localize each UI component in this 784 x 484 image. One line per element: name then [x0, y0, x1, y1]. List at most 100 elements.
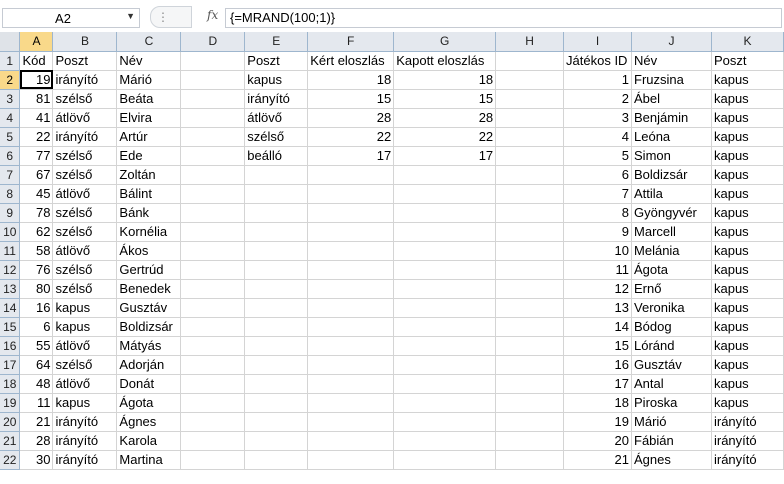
- cell-e15[interactable]: [244, 317, 309, 337]
- row-header[interactable]: 4: [0, 108, 21, 128]
- cell-i10[interactable]: 9: [563, 222, 633, 242]
- cell-i20[interactable]: 19: [563, 412, 633, 432]
- cell-i7[interactable]: 6: [563, 165, 633, 185]
- row-header[interactable]: 9: [0, 203, 21, 223]
- cell-d19[interactable]: [180, 393, 246, 413]
- cell-a18[interactable]: 48: [19, 374, 54, 394]
- cell-h7[interactable]: [495, 165, 565, 185]
- cell-f10[interactable]: [307, 222, 395, 242]
- cell-h17[interactable]: [495, 355, 565, 375]
- cell-e22[interactable]: [244, 450, 309, 470]
- cell-a20[interactable]: 21: [19, 412, 54, 432]
- cell-f12[interactable]: [307, 260, 395, 280]
- cell-c17[interactable]: Adorján: [116, 355, 182, 375]
- cell-h22[interactable]: [495, 450, 565, 470]
- cell-e3[interactable]: irányító: [244, 89, 309, 109]
- cell-g20[interactable]: [393, 412, 497, 432]
- cell-d14[interactable]: [180, 298, 246, 318]
- cell-d5[interactable]: [180, 127, 246, 147]
- row-header[interactable]: 7: [0, 165, 21, 185]
- cell-c9[interactable]: Bánk: [116, 203, 182, 223]
- cell-a15[interactable]: 6: [19, 317, 54, 337]
- cell-d16[interactable]: [180, 336, 246, 356]
- cell-a8[interactable]: 45: [19, 184, 54, 204]
- row-header[interactable]: 8: [0, 184, 21, 204]
- cell-i18[interactable]: 17: [563, 374, 633, 394]
- row-header[interactable]: 14: [0, 298, 21, 318]
- cell-i17[interactable]: 16: [563, 355, 633, 375]
- cell-e6[interactable]: beálló: [244, 146, 309, 166]
- cell-i4[interactable]: 3: [563, 108, 633, 128]
- cell-h12[interactable]: [495, 260, 565, 280]
- column-header-g[interactable]: G: [393, 32, 497, 52]
- cell-g1[interactable]: Kapott eloszlás: [393, 51, 497, 71]
- column-header-d[interactable]: D: [180, 32, 246, 52]
- row-header[interactable]: 11: [0, 241, 21, 261]
- cell-h5[interactable]: [495, 127, 565, 147]
- cell-i9[interactable]: 8: [563, 203, 633, 223]
- cell-j17[interactable]: Gusztáv: [631, 355, 712, 375]
- row-header[interactable]: 3: [0, 89, 21, 109]
- cell-g2[interactable]: 18: [393, 70, 497, 90]
- column-header-a[interactable]: A: [19, 32, 54, 52]
- cell-g6[interactable]: 17: [393, 146, 497, 166]
- cell-f6[interactable]: 17: [307, 146, 395, 166]
- cell-k13[interactable]: kapus: [711, 279, 784, 299]
- cell-b12[interactable]: szélső: [52, 260, 118, 280]
- cell-k19[interactable]: kapus: [711, 393, 784, 413]
- cell-i8[interactable]: 7: [563, 184, 633, 204]
- cell-a14[interactable]: 16: [19, 298, 54, 318]
- cell-a13[interactable]: 80: [19, 279, 54, 299]
- cell-j20[interactable]: Márió: [631, 412, 712, 432]
- cell-b2[interactable]: irányító: [52, 70, 118, 90]
- row-header[interactable]: 19: [0, 393, 21, 413]
- cell-a3[interactable]: 81: [19, 89, 54, 109]
- cell-h3[interactable]: [495, 89, 565, 109]
- cell-k18[interactable]: kapus: [711, 374, 784, 394]
- cell-h19[interactable]: [495, 393, 565, 413]
- row-header[interactable]: 22: [0, 450, 21, 470]
- cell-a1[interactable]: Kód: [19, 51, 54, 71]
- cell-b17[interactable]: szélső: [52, 355, 118, 375]
- cell-b13[interactable]: szélső: [52, 279, 118, 299]
- cell-k6[interactable]: kapus: [711, 146, 784, 166]
- cell-d20[interactable]: [180, 412, 246, 432]
- row-header[interactable]: 2: [0, 70, 21, 90]
- cell-g5[interactable]: 22: [393, 127, 497, 147]
- cell-i13[interactable]: 12: [563, 279, 633, 299]
- column-header-i[interactable]: I: [563, 32, 633, 52]
- cell-e11[interactable]: [244, 241, 309, 261]
- cell-i3[interactable]: 2: [563, 89, 633, 109]
- cell-k4[interactable]: kapus: [711, 108, 784, 128]
- cell-g14[interactable]: [393, 298, 497, 318]
- cell-b4[interactable]: átlövő: [52, 108, 118, 128]
- cell-f3[interactable]: 15: [307, 89, 395, 109]
- cell-d6[interactable]: [180, 146, 246, 166]
- cell-j19[interactable]: Piroska: [631, 393, 712, 413]
- cell-c3[interactable]: Beáta: [116, 89, 182, 109]
- cell-c16[interactable]: Mátyás: [116, 336, 182, 356]
- cell-d3[interactable]: [180, 89, 246, 109]
- cell-e2[interactable]: kapus: [244, 70, 309, 90]
- cell-b15[interactable]: kapus: [52, 317, 118, 337]
- cell-e20[interactable]: [244, 412, 309, 432]
- cell-e16[interactable]: [244, 336, 309, 356]
- cell-c6[interactable]: Ede: [116, 146, 182, 166]
- cell-f18[interactable]: [307, 374, 395, 394]
- cell-j15[interactable]: Bódog: [631, 317, 712, 337]
- cell-d8[interactable]: [180, 184, 246, 204]
- cell-f2[interactable]: 18: [307, 70, 395, 90]
- cell-d12[interactable]: [180, 260, 246, 280]
- cell-g13[interactable]: [393, 279, 497, 299]
- cell-f21[interactable]: [307, 431, 395, 451]
- cell-j8[interactable]: Attila: [631, 184, 712, 204]
- cell-j6[interactable]: Simon: [631, 146, 712, 166]
- cell-j7[interactable]: Boldizsár: [631, 165, 712, 185]
- column-header-k[interactable]: K: [711, 32, 784, 52]
- formula-bar-grip[interactable]: ⋮: [150, 6, 192, 28]
- cell-g17[interactable]: [393, 355, 497, 375]
- cell-e19[interactable]: [244, 393, 309, 413]
- row-header[interactable]: 20: [0, 412, 21, 432]
- cell-i22[interactable]: 21: [563, 450, 633, 470]
- cell-j10[interactable]: Marcell: [631, 222, 712, 242]
